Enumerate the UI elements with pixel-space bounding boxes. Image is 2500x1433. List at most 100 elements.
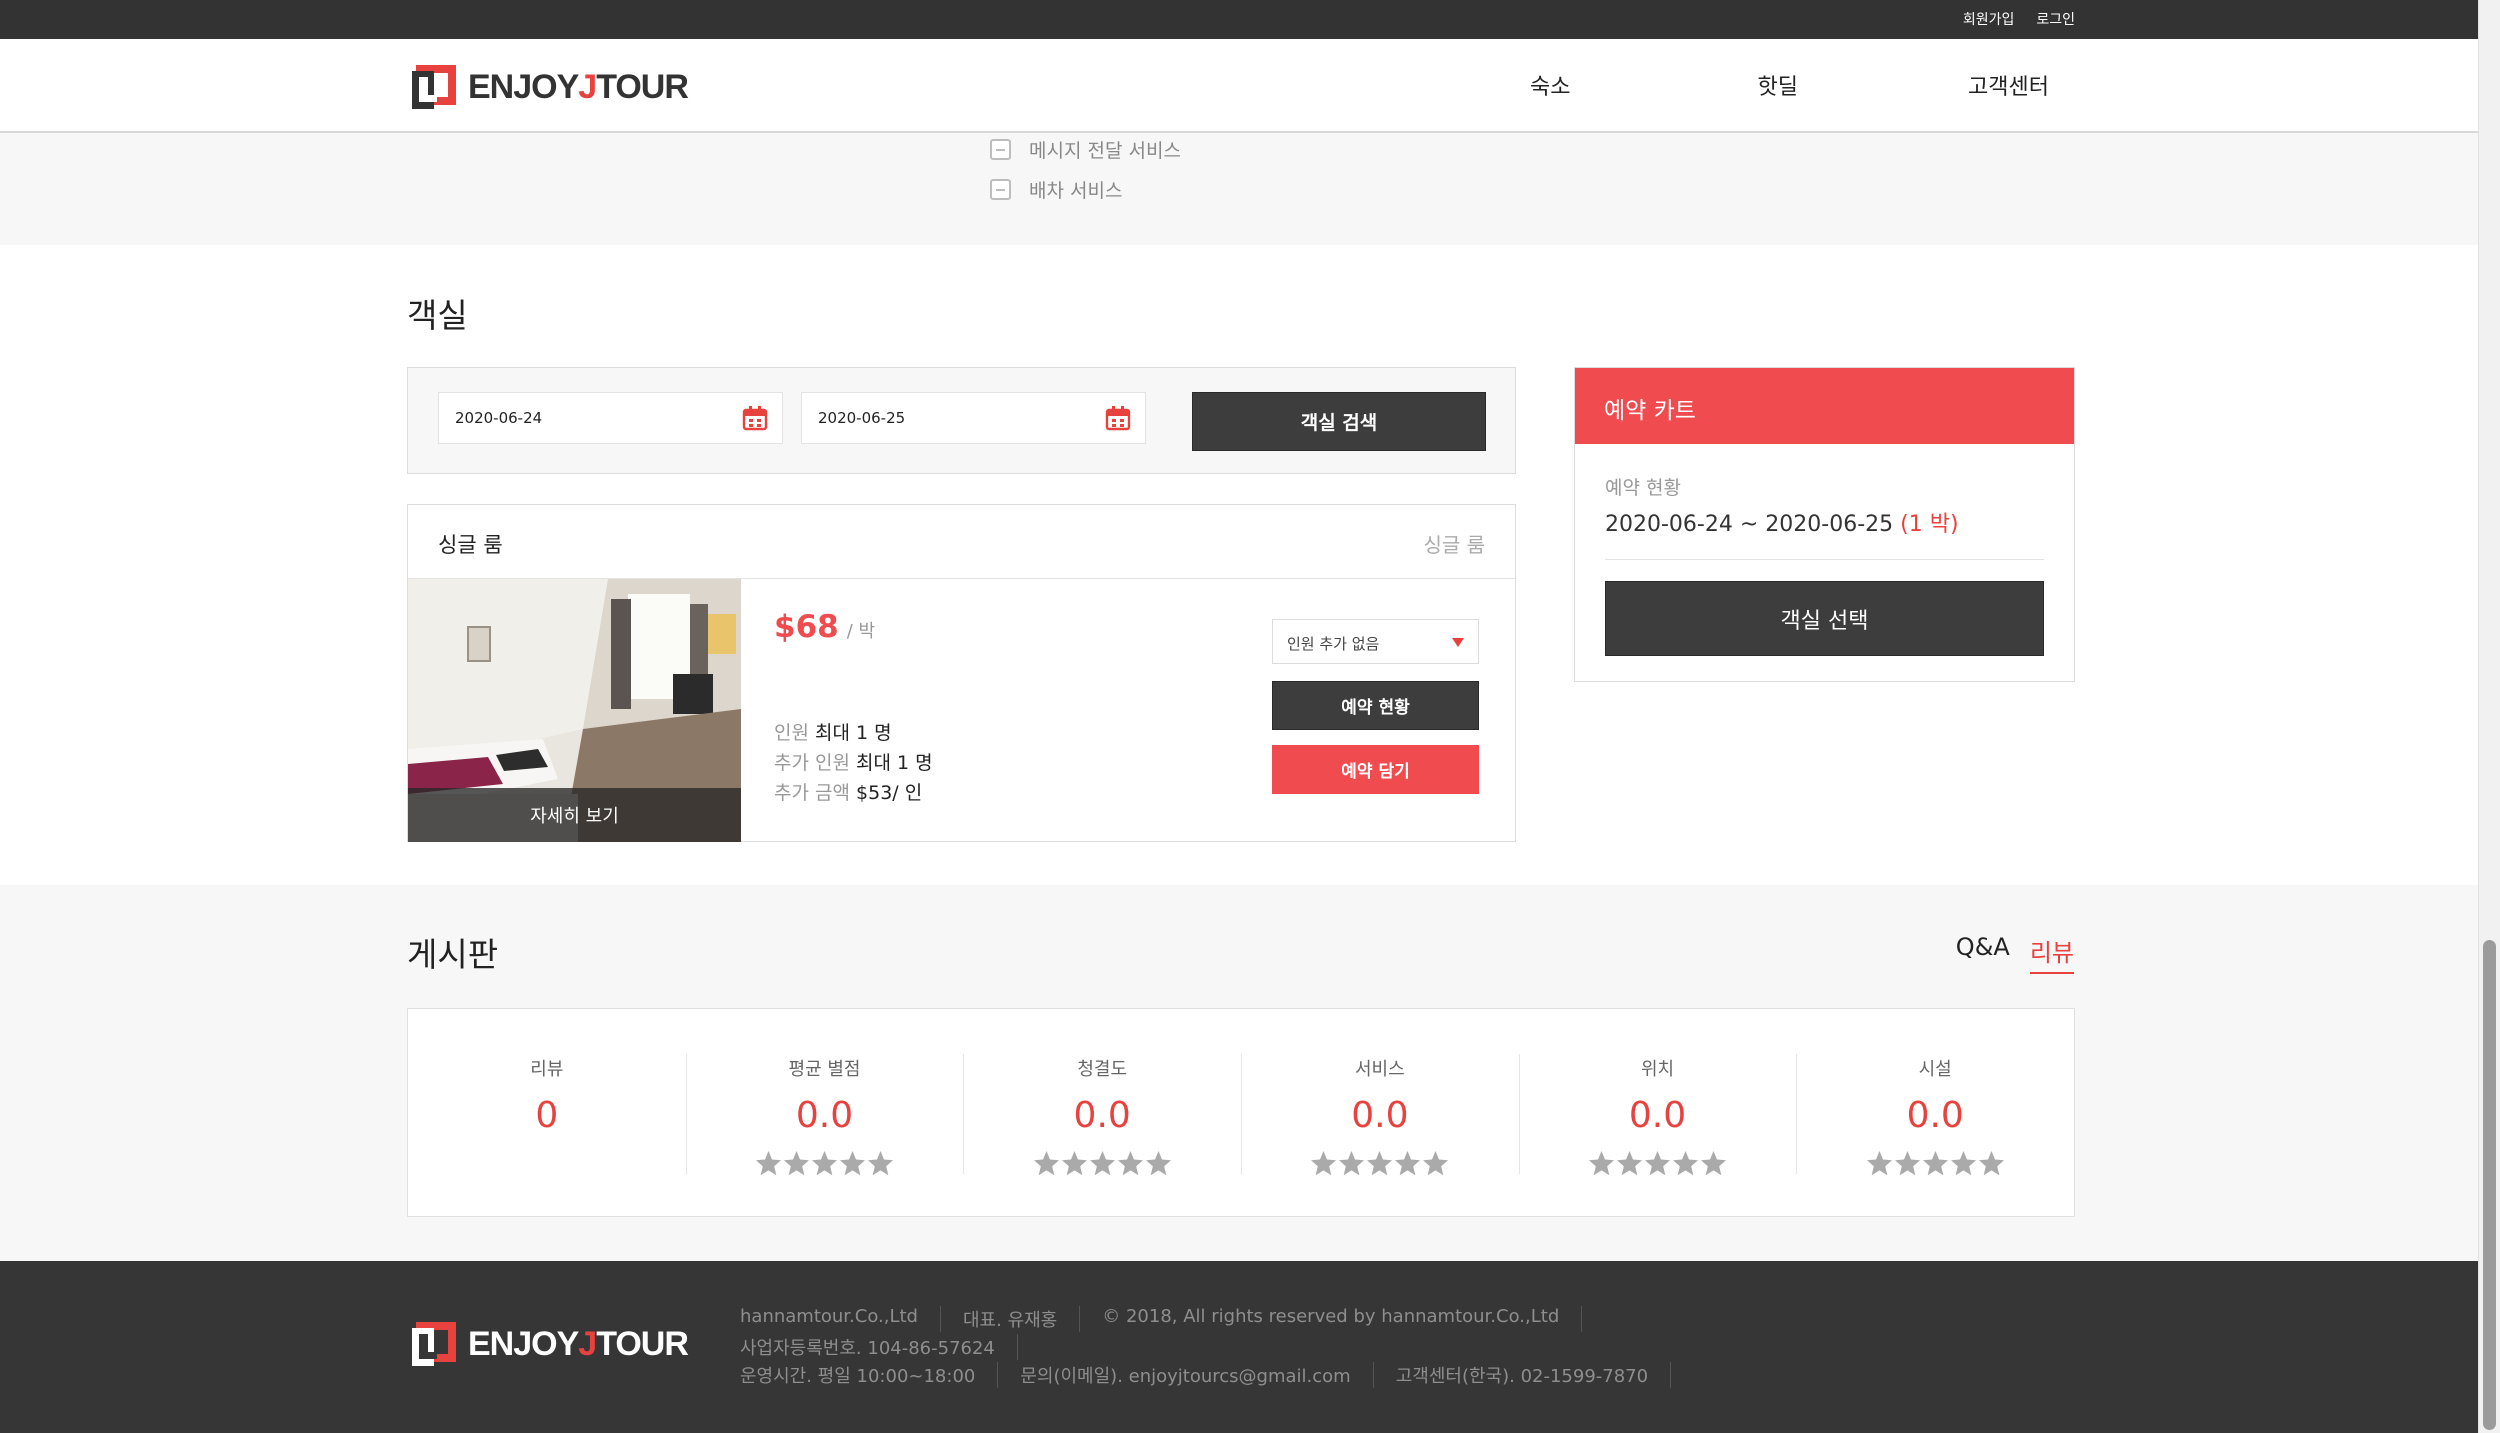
footer-ceo: 대표. 유재홍 [963,1306,1081,1332]
reservation-cart: 예약 카트 예약 현황 2020-06-24 ~ 2020-06-25 (1 박… [1574,367,2075,682]
extra-guest-value: 인원 추가 없음 [1287,635,1380,653]
service-item[interactable]: 배차 서비스 [990,176,1122,203]
select-room-button[interactable]: 객실 선택 [1605,581,2044,656]
star-icon [1423,1151,1449,1176]
service-label: 배차 서비스 [1029,180,1123,202]
star-icon [812,1151,837,1176]
tab-review[interactable]: 리뷰 [2029,933,2074,974]
logo-mark-icon [412,65,456,109]
spec-value: 최대 1 명 [815,722,892,744]
star-rating [963,1150,1241,1177]
footer-hours: 운영시간. 평일 10:00~18:00 [740,1362,999,1388]
review-stat: 서비스 0.0 [1241,1009,1519,1216]
spec-value: $53/ 인 [856,782,923,804]
star-rating [1241,1150,1519,1177]
service-checkbox[interactable] [990,179,1011,200]
star-icon [840,1151,865,1176]
board-section: 게시판 Q&A 리뷰 리뷰 0 평균 별점 0.0 청결도 0.0 서비스 0.0 위치 0.0 시… [0,885,2478,1261]
page-scrollbar[interactable] [2478,0,2500,1433]
review-stat-label: 시설 [1918,1059,1952,1080]
site-header: ENJOYJTOUR 숙소 핫딜 고객센터 [0,39,2478,133]
footer-email[interactable]: 문의(이메일). enjoyjtourcs@gmail.com [1020,1362,1374,1388]
star-icon [1339,1151,1365,1176]
star-icon [1367,1151,1393,1176]
rooms-title: 객실 [407,296,468,335]
room-search-panel: 2020-06-24 2020-06-25 객실 검색 [407,367,1516,474]
calendar-icon[interactable] [1105,405,1131,431]
cart-status-label: 예약 현황 [1605,477,1681,499]
room-price-amount: $68 [774,609,839,645]
star-icon [1701,1151,1727,1176]
nav-item-hotdeal[interactable]: 핫딜 [1757,69,1797,101]
room-type: 싱글 룸 [1423,533,1485,557]
review-stat-value: 0.0 [1628,1095,1687,1136]
review-summary: 리뷰 0 평균 별점 0.0 청결도 0.0 서비스 0.0 위치 0.0 시설 0.0 [407,1008,2075,1217]
signup-link[interactable]: 회원가입 [1963,9,2015,29]
site-footer: ENJOYJTOUR hannamtour.Co.,Ltd 대표. 유재홍 © … [0,1261,2478,1433]
service-item[interactable]: 메시지 전달 서비스 [990,136,1181,163]
cart-dates: 2020-06-24 ~ 2020-06-25 (1 박) [1605,506,1959,538]
spec-label: 인원 [774,722,809,744]
room-card: 싱글 룸 싱글 룸 자세히 보기 $68 / 박 인원 최대 1 명 추가 인원… [407,504,1516,842]
star-icon [1922,1151,1948,1176]
star-icon [756,1151,781,1176]
cart-title: 예약 카트 [1575,368,2074,444]
star-icon [1089,1151,1115,1176]
review-stat-value: 0.0 [1073,1095,1131,1136]
review-stat: 평균 별점 0.0 [685,1009,964,1216]
footer-registration-line: 사업자등록번호. 104-86-57624 [740,1334,1040,1360]
star-icon [1617,1151,1643,1176]
dropdown-arrow-icon [1452,638,1464,647]
cart-divider [1605,559,2044,560]
star-icon [1673,1151,1699,1176]
service-label: 메시지 전달 서비스 [1029,140,1181,162]
star-icon [1145,1151,1171,1176]
room-search-button[interactable]: 객실 검색 [1192,392,1486,451]
star-icon [1978,1151,2004,1176]
room-price: $68 / 박 [774,609,875,645]
reservation-status-button[interactable]: 예약 현황 [1272,681,1479,730]
login-link[interactable]: 로그인 [2036,9,2075,29]
star-rating [1796,1150,2074,1177]
star-icon [1311,1151,1337,1176]
star-icon [1894,1151,1920,1176]
service-checkbox[interactable] [990,139,1011,160]
add-to-cart-button[interactable]: 예약 담기 [1272,745,1479,794]
nav-item-lodging[interactable]: 숙소 [1530,69,1570,101]
review-stat-value: 0.0 [1906,1095,1964,1136]
checkin-date-input[interactable]: 2020-06-24 [438,392,783,444]
footer-company-line: hannamtour.Co.,Ltd 대표. 유재홍 © 2018, All r… [740,1306,1604,1332]
review-stat-label: 서비스 [1355,1059,1405,1080]
room-detail-button[interactable]: 자세히 보기 [408,788,741,842]
star-icon [1645,1151,1671,1176]
spec-label: 추가 금액 [774,782,850,804]
star-icon [868,1151,893,1176]
tab-qna[interactable]: Q&A [1956,933,2010,974]
cart-nights: (1 박) [1900,512,1959,537]
star-icon [1061,1151,1087,1176]
star-icon [1589,1151,1615,1176]
review-stat: 시설 0.0 [1796,1009,2074,1216]
review-stat: 청결도 0.0 [963,1009,1241,1216]
checkout-date-value: 2020-06-25 [818,409,906,427]
nav-item-support[interactable]: 고객센터 [1968,69,2049,101]
extra-guest-select[interactable]: 인원 추가 없음 [1272,619,1479,664]
room-price-unit: / 박 [846,621,876,642]
checkout-date-input[interactable]: 2020-06-25 [801,392,1146,444]
review-stat-value: 0.0 [1351,1095,1409,1136]
services-section: 메시지 전달 서비스 배차 서비스 [0,133,2478,245]
review-stat: 리뷰 0 [408,1009,686,1216]
top-utility-bar: 회원가입 로그인 [0,0,2478,39]
review-stat: 위치 0.0 [1518,1009,1797,1216]
board-title: 게시판 [407,935,499,974]
star-icon [1866,1151,1892,1176]
star-rating [686,1150,964,1177]
scrollbar-thumb[interactable] [2483,940,2496,1430]
footer-copyright: © 2018, All rights reserved by hannamtou… [1102,1306,1583,1332]
calendar-icon[interactable] [742,405,768,431]
room-photo[interactable]: 자세히 보기 [408,579,741,842]
spec-value: 최대 1 명 [856,752,933,774]
site-logo[interactable]: ENJOYJTOUR [410,63,689,111]
cart-date-range: 2020-06-24 ~ 2020-06-25 [1605,512,1894,537]
spec-label: 추가 인원 [774,752,850,774]
